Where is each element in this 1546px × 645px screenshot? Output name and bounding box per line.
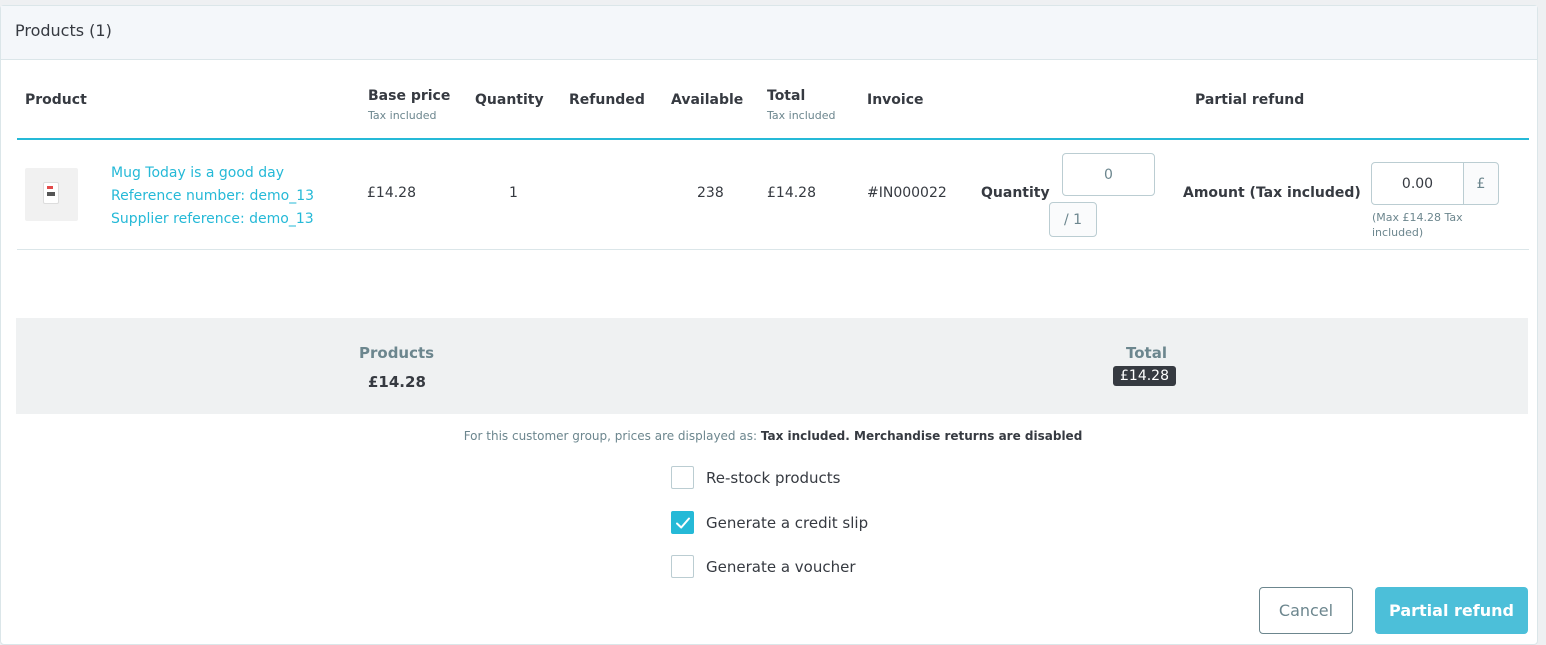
totals-products-value: £14.28	[368, 373, 426, 391]
voucher-option[interactable]: Generate a voucher	[671, 555, 856, 578]
header-base-price-label: Base price	[368, 88, 451, 104]
product-reference-link[interactable]: Reference number: demo_13	[111, 185, 314, 208]
product-info: Mug Today is a good day Reference number…	[111, 162, 314, 231]
row-quantity: 1	[509, 185, 518, 201]
header-base-price: Base price Tax included	[368, 88, 450, 122]
restock-option[interactable]: Re-stock products	[671, 466, 840, 489]
header-refunded: Refunded	[569, 92, 645, 108]
header-invoice: Invoice	[867, 92, 924, 108]
row-invoice: #IN000022	[867, 185, 947, 201]
refund-quantity-input[interactable]: 0	[1062, 153, 1155, 196]
table-header: Product Base price Tax included Quantity…	[17, 84, 1529, 140]
header-total-sub: Tax included	[767, 109, 836, 122]
voucher-label: Generate a voucher	[706, 557, 856, 576]
restock-label: Re-stock products	[706, 468, 841, 487]
header-total: Total Tax included	[767, 88, 835, 122]
tax-display-note: For this customer group, prices are disp…	[463, 429, 1083, 443]
partial-refund-button[interactable]: Partial refund	[1375, 587, 1528, 634]
credit-slip-label: Generate a credit slip	[706, 513, 869, 532]
totals-total-badge: £14.28	[1113, 366, 1176, 386]
row-base-price: £14.28	[367, 185, 416, 201]
restock-checkbox[interactable]	[671, 466, 694, 489]
refund-max-help: (Max £14.28 Tax included)	[1372, 210, 1463, 240]
credit-slip-checkbox[interactable]	[671, 511, 694, 534]
totals-products-label: Products	[359, 344, 435, 362]
header-quantity: Quantity	[475, 92, 544, 108]
header-base-price-sub: Tax included	[368, 109, 437, 122]
row-available: 238	[697, 185, 724, 201]
refund-amount-label: Amount (Tax included)	[1183, 185, 1361, 201]
header-partial-refund: Partial refund	[1195, 92, 1305, 108]
product-thumbnail	[25, 168, 78, 221]
header-total-label: Total	[767, 88, 806, 104]
note-prefix: For this customer group, prices are disp…	[463, 429, 758, 443]
voucher-checkbox[interactable]	[671, 555, 694, 578]
refund-amount-input[interactable]: 0.00	[1371, 162, 1464, 205]
mug-image-icon	[43, 182, 59, 204]
card-title: Products (1)	[1, 6, 1537, 60]
refund-max-help-line2: included)	[1372, 226, 1424, 239]
checkmark-icon	[675, 517, 690, 528]
header-product: Product	[25, 92, 87, 108]
cancel-button[interactable]: Cancel	[1259, 587, 1353, 634]
product-name-link[interactable]: Mug Today is a good day	[111, 162, 314, 185]
totals-section: Products £14.28 Total £14.28	[16, 318, 1528, 414]
refund-quantity-max: / 1	[1049, 202, 1097, 237]
row-total: £14.28	[767, 185, 816, 201]
refund-quantity-label: Quantity	[981, 185, 1050, 201]
refund-max-help-line1: (Max £14.28 Tax	[1372, 211, 1463, 224]
credit-slip-option[interactable]: Generate a credit slip	[671, 511, 868, 534]
note-tax-mode: Tax included	[760, 429, 846, 443]
totals-total-label: Total	[1126, 344, 1167, 362]
note-returns: Merchandise returns are disabled	[854, 429, 1083, 443]
currency-addon: £	[1463, 162, 1499, 205]
product-supplier-reference-link[interactable]: Supplier reference: demo_13	[111, 208, 314, 231]
header-available: Available	[671, 92, 744, 108]
table-row: Mug Today is a good day Reference number…	[17, 140, 1529, 250]
